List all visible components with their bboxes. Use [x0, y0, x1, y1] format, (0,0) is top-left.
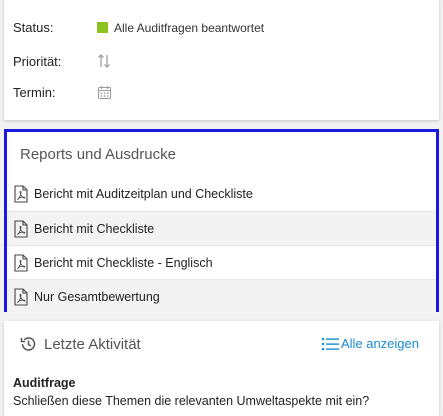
activity-card: Letzte Aktivität Alle anzeigen Auditfrag… [4, 321, 439, 416]
pdf-icon [14, 253, 28, 272]
activity-entry-text: Schließen diese Themen die relevanten Um… [13, 394, 370, 408]
priority-label: Priorität: [13, 53, 62, 69]
report-item-label: Nur Gesamtbewertung [34, 289, 160, 304]
status-card: Status: Alle Auditfragen beantwortet Pri… [4, 0, 439, 120]
report-item-gesamtbewertung[interactable]: Nur Gesamtbewertung [7, 279, 436, 313]
activity-title: Letzte Aktivität [44, 335, 141, 353]
calendar-icon[interactable] [97, 85, 112, 100]
report-item-checkliste[interactable]: Bericht mit Checkliste [7, 211, 436, 245]
activity-header: Letzte Aktivität [19, 335, 141, 353]
activity-entry-title: Auditfrage [13, 376, 76, 390]
priority-row: Priorität: [13, 53, 111, 69]
history-icon [20, 337, 36, 351]
show-all-label: Alle anzeigen [340, 336, 419, 351]
pdf-icon [14, 287, 28, 306]
deadline-row: Termin: [13, 85, 112, 100]
report-item-auditzeitplan-checkliste[interactable]: Bericht mit Auditzeitplan und Checkliste [7, 177, 436, 211]
pdf-icon [14, 185, 28, 203]
status-row: Status: Alle Auditfragen beantwortet [13, 20, 264, 35]
report-item-checkliste-englisch[interactable]: Bericht mit Checkliste - Englisch [7, 245, 436, 279]
pdf-icon [14, 219, 28, 238]
list-icon [321, 337, 339, 350]
deadline-label: Termin: [13, 85, 56, 100]
reports-card: Reports und Ausdrucke Bericht mit Auditz… [4, 129, 439, 313]
show-all-button[interactable]: Alle anzeigen [321, 336, 419, 351]
reports-title: Reports und Ausdrucke [20, 146, 176, 163]
report-item-label: Bericht mit Checkliste [34, 221, 155, 236]
status-value: Alle Auditfragen beantwortet [114, 20, 265, 35]
sort-arrows-icon[interactable] [97, 53, 111, 69]
report-item-label: Bericht mit Auditzeitplan und Checkliste [34, 187, 253, 201]
status-indicator [97, 22, 108, 33]
status-label: Status: [13, 20, 54, 35]
report-item-label: Bericht mit Checkliste - Englisch [34, 255, 213, 270]
report-list: Bericht mit Auditzeitplan und Checkliste… [7, 177, 436, 313]
